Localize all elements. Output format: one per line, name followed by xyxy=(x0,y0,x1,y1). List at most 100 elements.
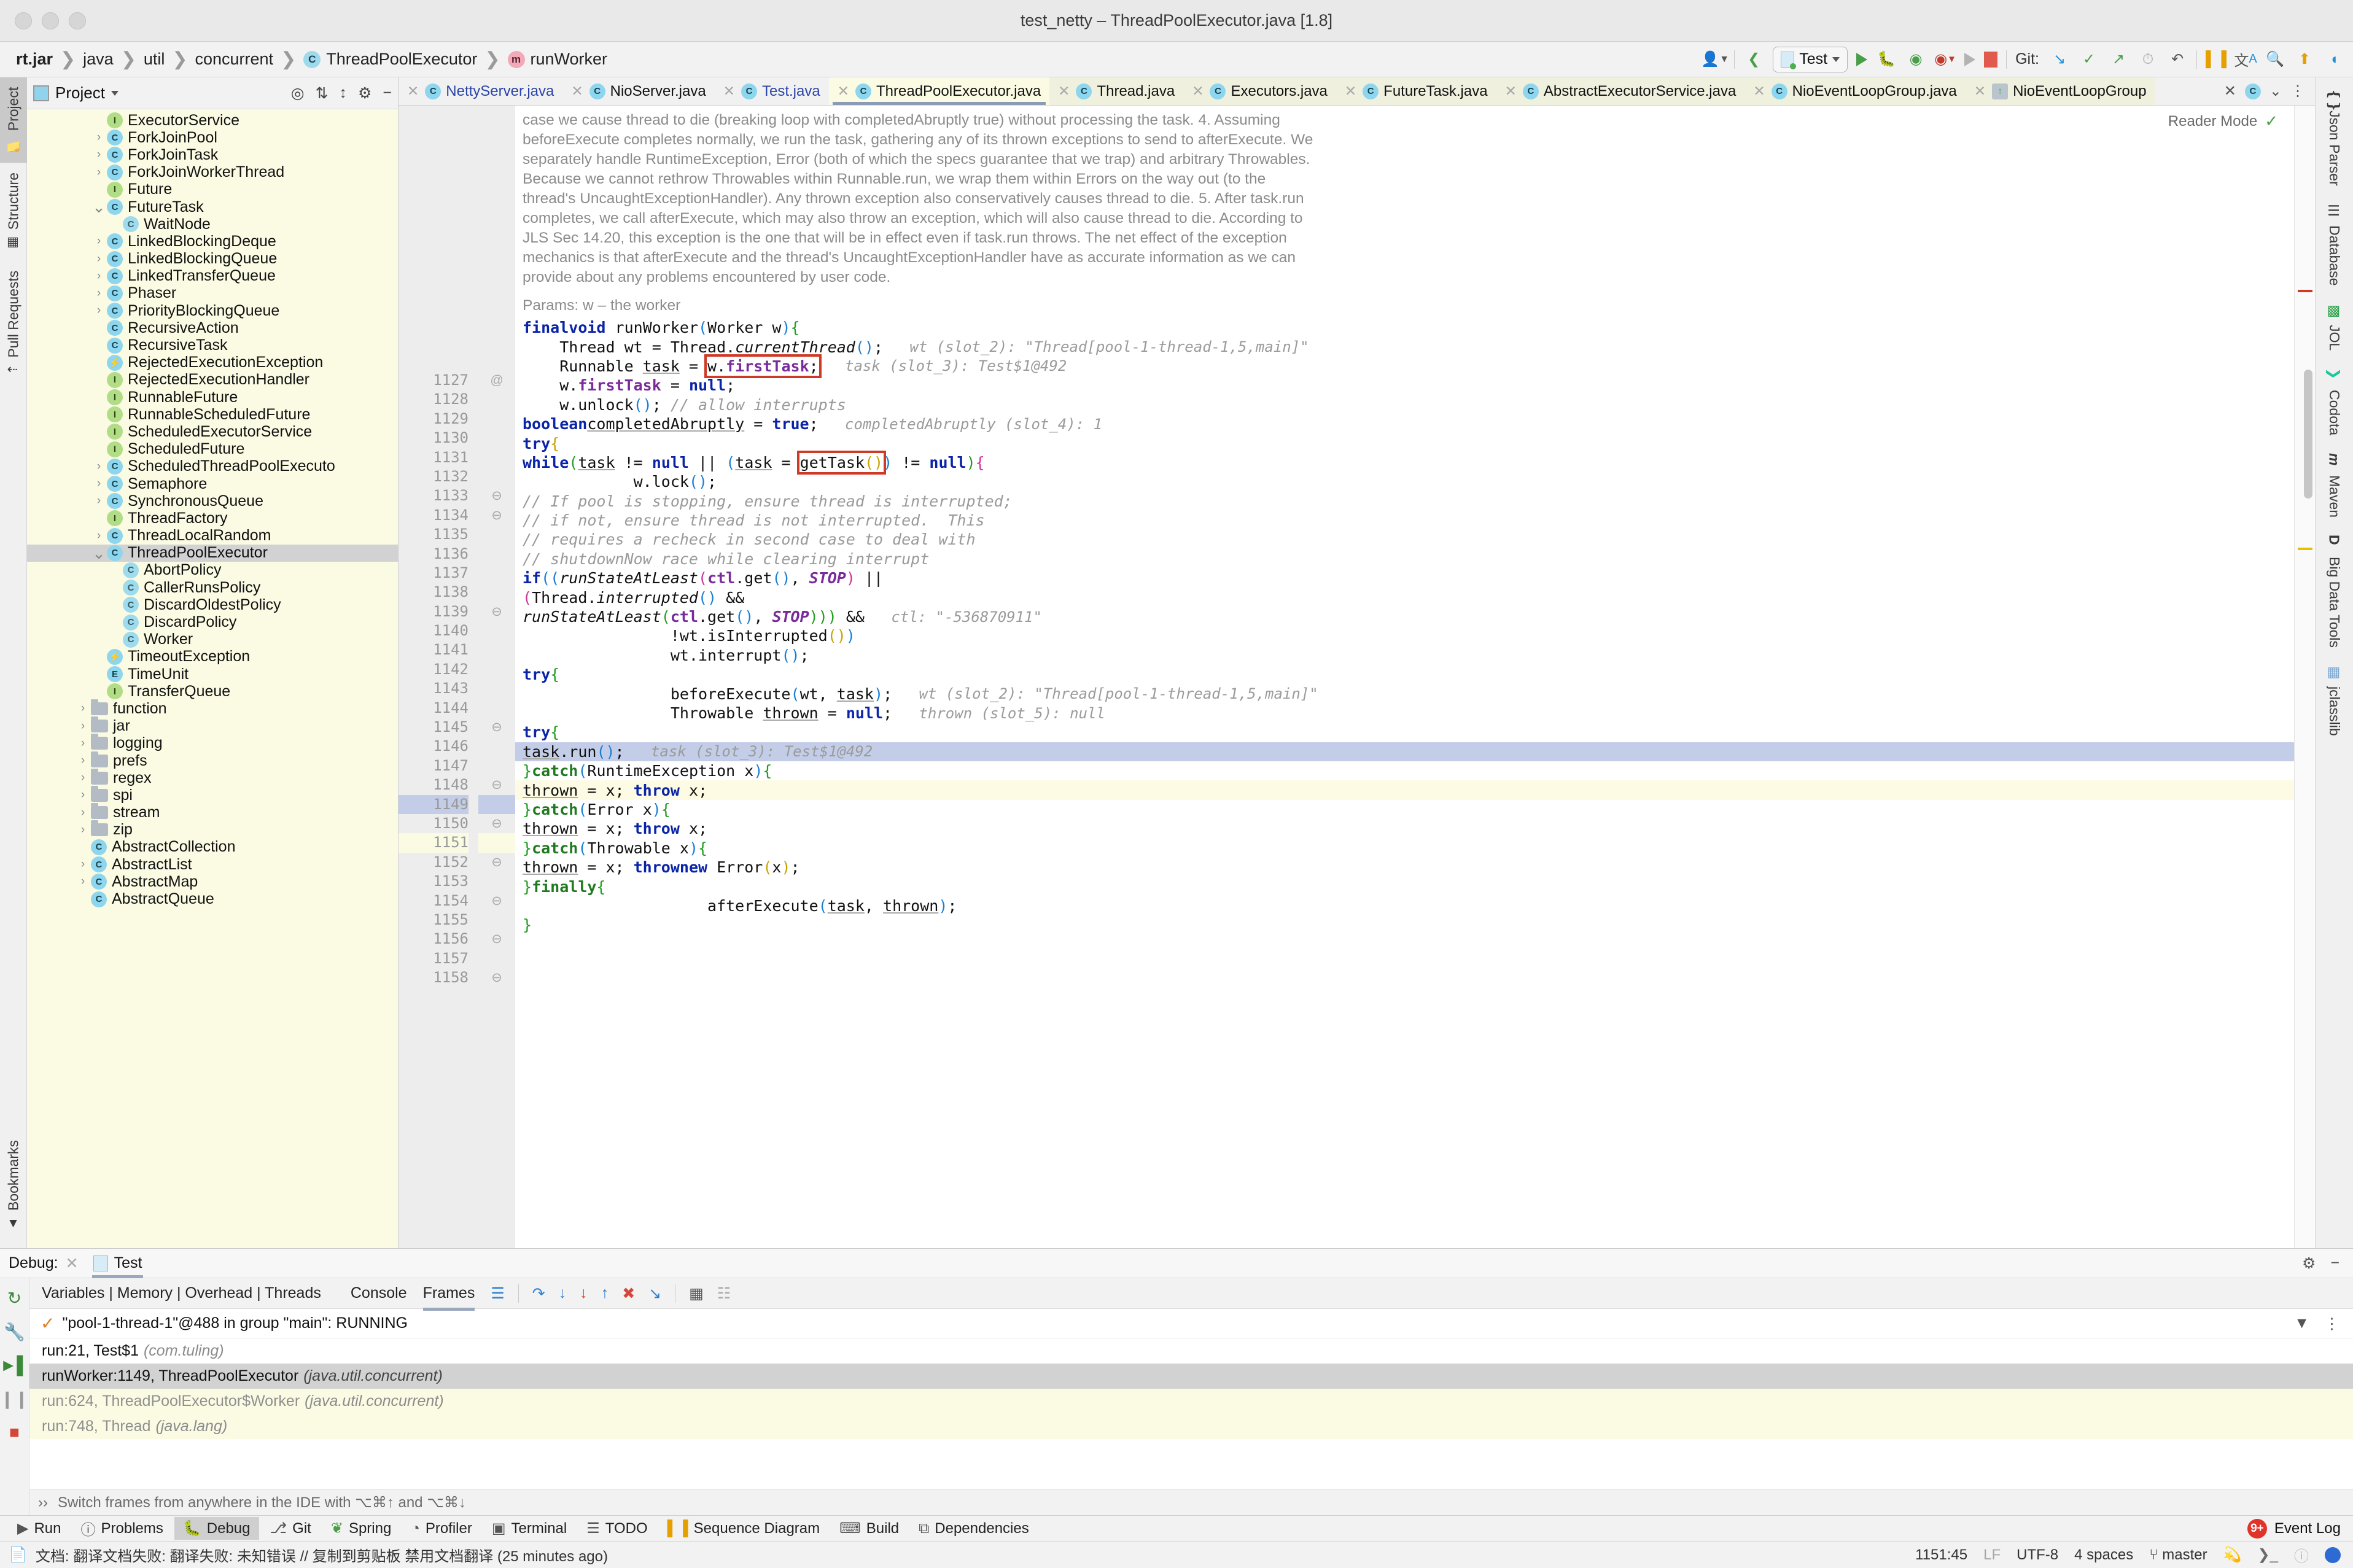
code-line[interactable]: Thread wt = Thread. currentThread(); wt (… xyxy=(515,337,2294,356)
editor-tab[interactable]: ✕ C NioEventLoopGroup.java xyxy=(1744,77,1966,105)
chevron-right-icon[interactable]: › xyxy=(75,858,91,871)
notification-icon[interactable]: ⓘ xyxy=(2294,1544,2309,1566)
tree-item[interactable]: I ScheduledExecutorService xyxy=(27,423,398,440)
run-configuration-selector[interactable]: Test xyxy=(1773,46,1848,72)
chevron-right-icon[interactable]: › xyxy=(91,477,107,491)
sidebar-item-bookmarks[interactable]: ▲ Bookmarks xyxy=(0,1130,27,1241)
editor-tab-bar[interactable]: ✕ C NettyServer.java ✕ C NioServer.java ✕ C Test… xyxy=(399,77,2315,106)
debug-views-label[interactable]: Variables | Memory | Overhead | Threads xyxy=(42,1284,321,1302)
git-branch[interactable]: ⑂ master xyxy=(2149,1547,2207,1564)
code-line[interactable]: // requires a recheck in second case to … xyxy=(515,530,2294,549)
close-tab-icon[interactable]: ✕ xyxy=(1753,83,1765,99)
tree-item[interactable]: › C LinkedBlockingQueue xyxy=(27,250,398,268)
tree-item[interactable]: C AbstractQueue xyxy=(27,890,398,907)
code-line[interactable]: Runnable task = w.firstTask; task (slot_… xyxy=(515,354,2294,378)
tree-item[interactable]: I ExecutorService xyxy=(27,112,398,129)
tree-item[interactable]: › jar xyxy=(27,716,398,735)
debug-thread-row[interactable]: ✓ "pool-1-thread-1"@488 in group "main":… xyxy=(29,1309,2353,1338)
code-line[interactable]: } catch (Throwable x) { xyxy=(515,839,2294,858)
close-tab-icon[interactable]: ✕ xyxy=(838,83,849,99)
run-coverage-icon[interactable]: ◉ xyxy=(1905,49,1926,70)
vertical-scrollbar-thumb[interactable] xyxy=(2304,370,2312,499)
chevron-right-icon[interactable]: › xyxy=(91,529,107,543)
code-line[interactable]: if ((runStateAtLeast(ctl .get(), STOP) || xyxy=(515,569,2294,588)
search-everywhere-icon[interactable]: 🔍 xyxy=(2265,49,2285,70)
editor-tab[interactable]: ✕ C FutureTask.java xyxy=(1336,77,1496,105)
code-line[interactable]: (Thread. interrupted() && xyxy=(515,588,2294,607)
fold-marker-icon[interactable]: ⊖ xyxy=(478,853,515,872)
sequence-diagram-icon[interactable]: ▌▐ xyxy=(2206,49,2227,70)
tree-item[interactable]: C DiscardPolicy xyxy=(27,613,398,631)
tree-item[interactable]: › C SynchronousQueue xyxy=(27,492,398,510)
tree-item[interactable]: C CallerRunsPolicy xyxy=(27,579,398,596)
bottom-bar-item-git[interactable]: ⎇ Git xyxy=(262,1517,320,1540)
filter-icon[interactable]: ▼ xyxy=(2294,1314,2309,1333)
chevron-right-icon[interactable]: › xyxy=(91,270,107,283)
show-execution-point-icon[interactable]: ☰ xyxy=(491,1284,504,1303)
close-tab-icon[interactable]: ✕ xyxy=(571,83,583,99)
gear-icon[interactable]: ⚙ xyxy=(2302,1254,2316,1273)
tree-item[interactable]: › spi xyxy=(27,785,398,804)
chevron-down-icon[interactable]: ⌄ xyxy=(91,545,107,561)
tree-item[interactable]: I RunnableScheduledFuture xyxy=(27,406,398,423)
code-line[interactable]: !wt.isInterrupted()) xyxy=(515,626,2294,645)
more-icon[interactable]: ⋮ xyxy=(2290,82,2305,100)
code-line[interactable]: Throwable thrown = null; thrown (slot_5)… xyxy=(515,704,2294,723)
code-line[interactable]: } catch (RuntimeException x) { xyxy=(515,761,2294,780)
close-tab-icon[interactable]: ✕ xyxy=(2224,82,2236,100)
tree-item[interactable]: › C LinkedTransferQueue xyxy=(27,267,398,285)
tree-item[interactable]: ⌄ C ThreadPoolExecutor xyxy=(27,544,398,562)
breadcrumb-item-method[interactable]: m runWorker xyxy=(502,50,614,69)
editor-tab[interactable]: ✕ C ThreadPoolExecutor.java xyxy=(828,77,1050,105)
fold-marker-icon[interactable]: ⊖ xyxy=(478,891,515,910)
tree-item[interactable]: I Future xyxy=(27,180,398,198)
tree-item[interactable]: I RejectedExecutionHandler xyxy=(27,371,398,389)
sidebar-item-structure[interactable]: ▦ Structure xyxy=(0,163,27,260)
chevron-right-icon[interactable]: › xyxy=(75,806,91,820)
sidebar-item-codota[interactable]: ❯_ Codota xyxy=(2310,359,2343,444)
tree-item[interactable]: › C PriorityBlockingQueue xyxy=(27,302,398,319)
tab-frames[interactable]: Frames xyxy=(422,1284,475,1311)
breadcrumb-item-class[interactable]: C ThreadPoolExecutor xyxy=(297,50,483,69)
tree-item[interactable]: › regex xyxy=(27,768,398,786)
code-line[interactable]: wt.interrupt(); xyxy=(515,646,2294,665)
debug-session-tab[interactable]: Test xyxy=(86,1252,150,1278)
tree-item[interactable]: I TransferQueue xyxy=(27,683,398,700)
theme-icon[interactable]: ◖ xyxy=(2324,49,2344,70)
tree-item[interactable]: C RecursiveAction xyxy=(27,319,398,336)
code-line[interactable]: try { xyxy=(515,665,2294,684)
sidebar-item-database[interactable]: ☰ Database xyxy=(2326,195,2343,294)
chevron-down-icon[interactable]: ⌄ xyxy=(91,199,107,215)
code-line[interactable]: beforeExecute(wt, task); wt (slot_2): "T… xyxy=(515,684,2294,703)
step-over-icon[interactable]: ↷ xyxy=(532,1284,545,1303)
run-to-cursor-icon[interactable]: ↘ xyxy=(648,1284,661,1303)
line-separator[interactable]: LF xyxy=(1983,1547,2001,1564)
tree-item[interactable]: › prefs xyxy=(27,751,398,769)
translate-icon[interactable]: 文A xyxy=(2234,49,2257,70)
fold-marker-icon[interactable]: ⊖ xyxy=(478,602,515,621)
sidebar-item-jclasslib[interactable]: ▦ jclasslib xyxy=(2326,656,2343,745)
git-rollback-icon[interactable]: ↶ xyxy=(2167,49,2188,70)
sidebar-item-project[interactable]: 📁 Project xyxy=(0,77,27,163)
tree-item[interactable]: C WaitNode xyxy=(27,215,398,233)
attach-icon[interactable] xyxy=(1964,52,1976,66)
code-line[interactable]: final void runWorker(Worker w) { xyxy=(515,318,2294,337)
code-line[interactable]: task .run(); task (slot_3): Test$1@492 xyxy=(515,742,2294,761)
force-step-into-icon[interactable]: ↓ xyxy=(580,1284,588,1302)
chevron-down-icon[interactable] xyxy=(111,90,119,96)
tree-item[interactable]: ⌄ C FutureTask xyxy=(27,198,398,215)
sidebar-item-maven[interactable]: m Maven xyxy=(2326,444,2343,526)
inspections-icon[interactable]: 💫 xyxy=(2223,1546,2242,1564)
tree-item[interactable]: › C ScheduledThreadPoolExecuto xyxy=(27,457,398,475)
code-line[interactable]: afterExecute(task, thrown); xyxy=(515,896,2294,915)
tree-item[interactable]: ⚡ RejectedExecutionException xyxy=(27,354,398,371)
fold-marker-icon[interactable]: ⊖ xyxy=(478,486,515,505)
fold-marker-icon[interactable]: ⊖ xyxy=(478,506,515,525)
tree-item[interactable]: › C AbstractList xyxy=(27,856,398,873)
sidebar-item-pull-requests[interactable]: ⇡ Pull Requests xyxy=(0,261,27,385)
code-line[interactable]: runStateAtLeast(ctl .get(), STOP))) && ct… xyxy=(515,607,2294,626)
bottom-bar-item-terminal[interactable]: ▣ Terminal xyxy=(483,1517,575,1540)
tree-item[interactable]: › C Phaser xyxy=(27,284,398,302)
close-tab-icon[interactable]: ✕ xyxy=(1345,83,1356,99)
bottom-bar-item-run[interactable]: ▶ Run xyxy=(9,1517,70,1540)
